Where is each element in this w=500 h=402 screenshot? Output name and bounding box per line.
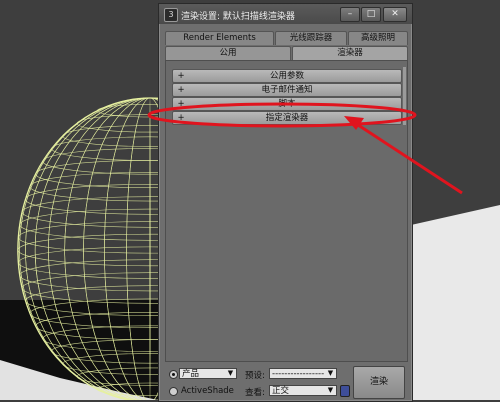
preset-select[interactable]: ----------------- ▼ <box>269 368 337 379</box>
preset-label: 预设: <box>245 371 265 381</box>
view-value: 正交 <box>272 386 290 396</box>
panel-scrollbar[interactable] <box>403 67 406 125</box>
render-mode-value: 产品 <box>182 369 200 379</box>
minimize-button[interactable]: – <box>340 7 360 22</box>
product-mode-radio[interactable] <box>169 370 178 379</box>
rollout-email-notification[interactable]: + 电子邮件通知 <box>172 83 402 97</box>
rollout-label: 指定渲染器 <box>265 113 309 123</box>
dropdown-arrow-icon: ▼ <box>327 369 334 377</box>
render-setup-dialog: 3 渲染设置: 默认扫描线渲染器 – □ ✕ Render Elements 光… <box>158 3 413 402</box>
app-icon[interactable]: 3 <box>164 8 178 22</box>
tab-render-elements[interactable]: Render Elements <box>165 31 274 45</box>
tab-ray-tracer[interactable]: 光线跟踪器 <box>275 31 347 45</box>
render-button[interactable]: 渲染 <box>353 366 405 399</box>
close-button[interactable]: ✕ <box>383 7 407 22</box>
rollout-label: 电子邮件通知 <box>261 85 313 95</box>
rollout-scripts[interactable]: + 脚本 <box>172 97 402 111</box>
preset-value: ----------------- <box>272 369 325 379</box>
window-title: 渲染设置: 默认扫描线渲染器 <box>181 12 295 22</box>
view-label: 查看: <box>245 388 265 398</box>
dropdown-arrow-icon: ▼ <box>327 386 334 394</box>
render-controls: 产品 ▼ ActiveShade 预设: ----------------- ▼… <box>165 364 406 399</box>
activeshade-radio[interactable] <box>169 387 178 396</box>
tab-renderer[interactable]: 渲染器 <box>292 46 408 60</box>
rollout-assign-renderer[interactable]: + 指定渲染器 <box>172 111 402 125</box>
render-mode-select[interactable]: 产品 ▼ <box>179 368 237 379</box>
activeshade-label: ActiveShade <box>181 386 234 396</box>
view-select[interactable]: 正交 ▼ <box>269 385 337 396</box>
dropdown-arrow-icon: ▼ <box>227 369 234 377</box>
rollout-common-parameters[interactable]: + 公用参数 <box>172 69 402 83</box>
rollout-panel: + 公用参数 + 电子邮件通知 + 脚本 + 指定渲染器 <box>165 60 408 362</box>
title-bar[interactable]: 3 渲染设置: 默认扫描线渲染器 – □ ✕ <box>159 4 412 24</box>
lock-icon[interactable] <box>340 385 350 397</box>
tab-advanced-lighting[interactable]: 高级照明 <box>348 31 408 45</box>
maximize-button[interactable]: □ <box>361 7 381 22</box>
rollout-label: 脚本 <box>278 99 296 109</box>
tab-common[interactable]: 公用 <box>165 46 291 60</box>
rollout-label: 公用参数 <box>269 71 304 81</box>
